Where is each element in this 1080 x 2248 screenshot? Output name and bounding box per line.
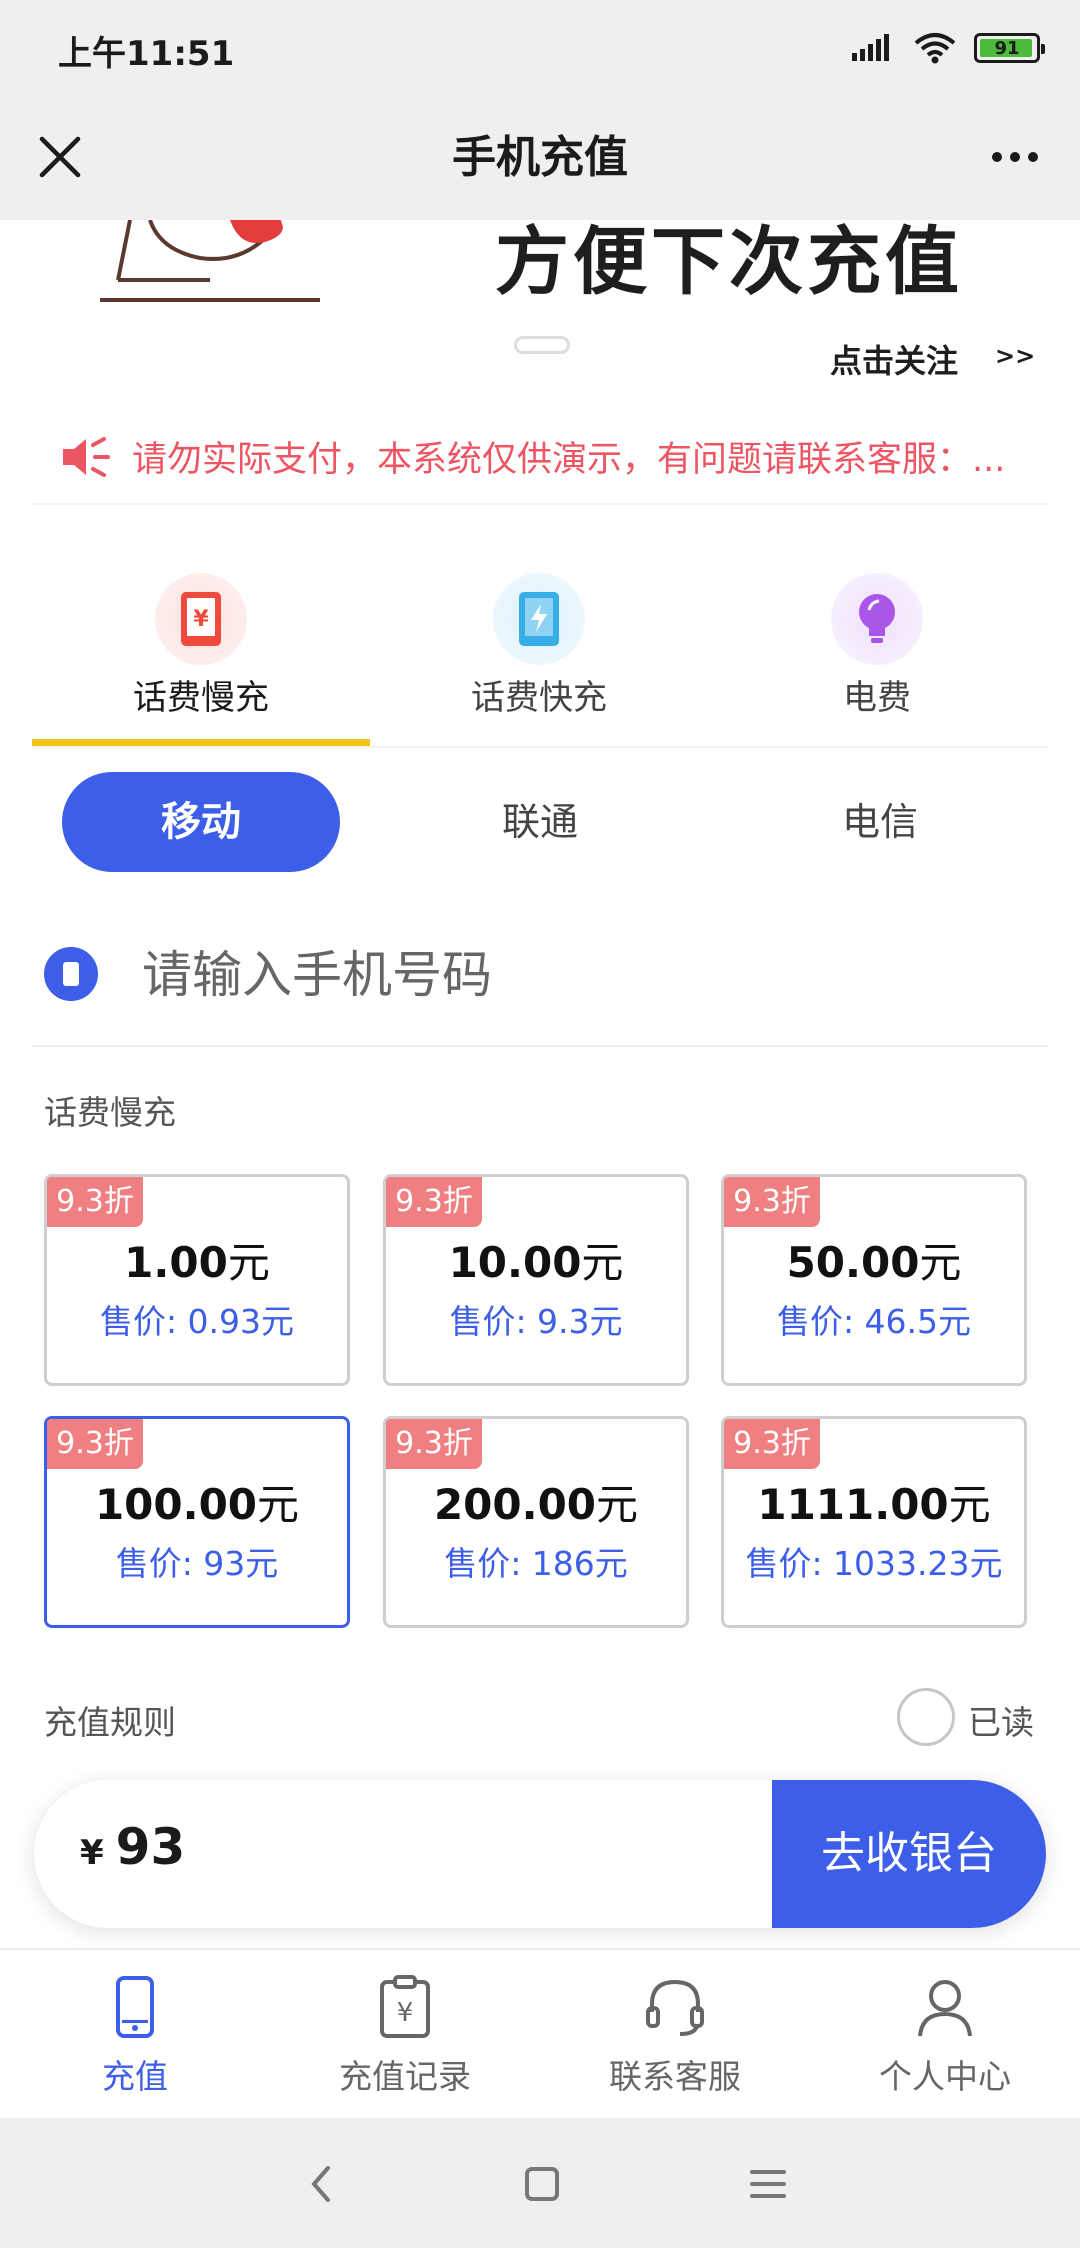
dot-icon	[1028, 152, 1038, 162]
total-amount: ¥93	[80, 1818, 185, 1876]
close-button[interactable]	[30, 127, 90, 187]
status-bar: 上午11:51 91	[0, 0, 1080, 95]
dot-icon	[992, 152, 1002, 162]
carrier-mobile-button[interactable]: 移动	[62, 772, 340, 872]
sale-price: 售价: 186元	[444, 1544, 628, 1583]
recharge-rules-link[interactable]: 充值规则	[44, 1696, 176, 1744]
discount-badge: 9.3折	[724, 1177, 820, 1227]
read-checkbox[interactable]	[897, 1688, 955, 1746]
nav-bar: 手机充值	[0, 95, 1080, 220]
package-card[interactable]: 9.3折 50.00元 售价: 46.5元	[721, 1174, 1027, 1386]
tab-label: 个人中心	[879, 2057, 1011, 2096]
read-label[interactable]: 已读	[968, 1696, 1034, 1744]
lightbulb-icon	[831, 573, 923, 665]
face-value: 50.00元	[786, 1238, 962, 1287]
battery-level: 91	[994, 37, 1020, 59]
discount-badge: 9.3折	[386, 1177, 482, 1227]
home-icon[interactable]	[512, 2154, 572, 2214]
mobile-phone-icon	[44, 947, 98, 1001]
tab-profile[interactable]: 个人中心	[810, 1950, 1080, 2120]
face-value: 10.00元	[448, 1238, 624, 1287]
carrier-unicom-button[interactable]: 联通	[440, 772, 640, 872]
category-tab-fast-recharge[interactable]: 话费快充	[370, 545, 708, 745]
menu-icon[interactable]	[738, 2154, 798, 2214]
svg-text:¥: ¥	[397, 1998, 414, 2028]
tab-recharge-history[interactable]: ¥ 充值记录	[270, 1950, 540, 2120]
sale-price: 售价: 1033.23元	[745, 1544, 1003, 1583]
status-time: 上午11:51	[58, 34, 235, 74]
tab-recharge[interactable]: 充值	[0, 1950, 270, 2120]
package-card[interactable]: 9.3折 1111.00元 售价: 1033.23元	[721, 1416, 1027, 1628]
sale-price: 售价: 9.3元	[449, 1302, 623, 1341]
phone-lightning-icon	[493, 573, 585, 665]
package-card[interactable]: 9.3折 1.00元 售价: 0.93元	[44, 1174, 350, 1386]
bottom-tab-bar: 充值 ¥ 充值记录 联系客服 个人中心	[0, 1948, 1080, 2118]
phone-number-input[interactable]	[142, 933, 1022, 1017]
notice-bar: 请勿实际支付，本系统仅供演示，有问题请联系客服：...	[32, 395, 1048, 505]
package-card[interactable]: 9.3折 10.00元 售价: 9.3元	[383, 1174, 689, 1386]
svg-text:¥: ¥	[193, 607, 209, 632]
package-card[interactable]: 9.3折 200.00元 售价: 186元	[383, 1416, 689, 1628]
category-label: 话费慢充	[133, 678, 269, 718]
category-tab-slow-recharge[interactable]: ¥ 话费慢充	[32, 545, 370, 745]
page-title: 手机充值	[452, 132, 628, 183]
follow-arrow[interactable]: >>	[995, 342, 1035, 370]
discount-badge: 9.3折	[47, 1177, 143, 1227]
active-tab-indicator	[32, 739, 370, 746]
sale-price: 售价: 0.93元	[99, 1302, 295, 1341]
category-tabs: ¥ 话费慢充 话费快充 电费	[32, 545, 1048, 745]
wifi-icon	[914, 33, 956, 64]
clipboard-yuan-icon: ¥	[380, 1975, 430, 2038]
sale-price: 售价: 93元	[115, 1544, 279, 1583]
speaker-icon	[63, 437, 110, 477]
checkout-bar: ¥93 去收银台	[34, 1780, 1046, 1928]
carrier-telecom-button[interactable]: 电信	[780, 772, 980, 872]
back-icon[interactable]	[292, 2154, 352, 2214]
phone-yuan-icon: ¥	[155, 573, 247, 665]
signal-icon	[852, 34, 889, 61]
discount-badge: 9.3折	[724, 1419, 820, 1469]
banner-headline: 方便下次充值	[495, 220, 963, 305]
sale-price: 售价: 46.5元	[776, 1302, 972, 1341]
category-tab-electricity[interactable]: 电费	[708, 545, 1046, 745]
face-value: 100.00元	[94, 1480, 300, 1529]
system-navigation-bar	[0, 2118, 1080, 2248]
follow-link[interactable]: 点击关注	[830, 336, 958, 382]
tab-label: 充值	[102, 2057, 168, 2096]
face-value: 1.00元	[124, 1238, 270, 1287]
phone-icon	[116, 1976, 154, 2038]
amount-value: 93	[115, 1818, 186, 1876]
currency-symbol: ¥	[80, 1833, 104, 1873]
divider	[32, 746, 1048, 748]
status-icons: 91	[852, 30, 1045, 66]
phone-input-row	[32, 925, 1048, 1047]
more-options-button[interactable]	[980, 127, 1050, 187]
headset-icon	[646, 1979, 704, 2036]
banner[interactable]: 方便下次充值 点击关注 >>	[0, 220, 1080, 385]
discount-badge: 9.3折	[386, 1419, 482, 1469]
notice-text: 请勿实际支付，本系统仅供演示，有问题请联系客服：...	[132, 440, 1006, 480]
discount-badge: 9.3折	[47, 1419, 143, 1469]
banner-illustration	[100, 220, 320, 302]
category-label: 电费	[843, 678, 911, 718]
tab-label: 联系客服	[609, 2057, 741, 2096]
tab-label: 充值记录	[339, 2057, 471, 2096]
package-card-selected[interactable]: 9.3折 100.00元 售价: 93元	[44, 1416, 350, 1628]
category-label: 话费快充	[471, 678, 607, 718]
dot-icon	[1010, 152, 1020, 162]
face-value: 200.00元	[433, 1480, 639, 1529]
checkout-button[interactable]: 去收银台	[772, 1780, 1046, 1928]
tab-customer-service[interactable]: 联系客服	[540, 1950, 810, 2120]
face-value: 1111.00元	[757, 1480, 991, 1529]
carousel-indicator	[514, 336, 570, 354]
user-icon	[918, 1980, 972, 2037]
section-title: 话费慢充	[44, 1093, 176, 1132]
close-icon	[39, 136, 81, 178]
battery-icon: 91	[974, 33, 1045, 63]
